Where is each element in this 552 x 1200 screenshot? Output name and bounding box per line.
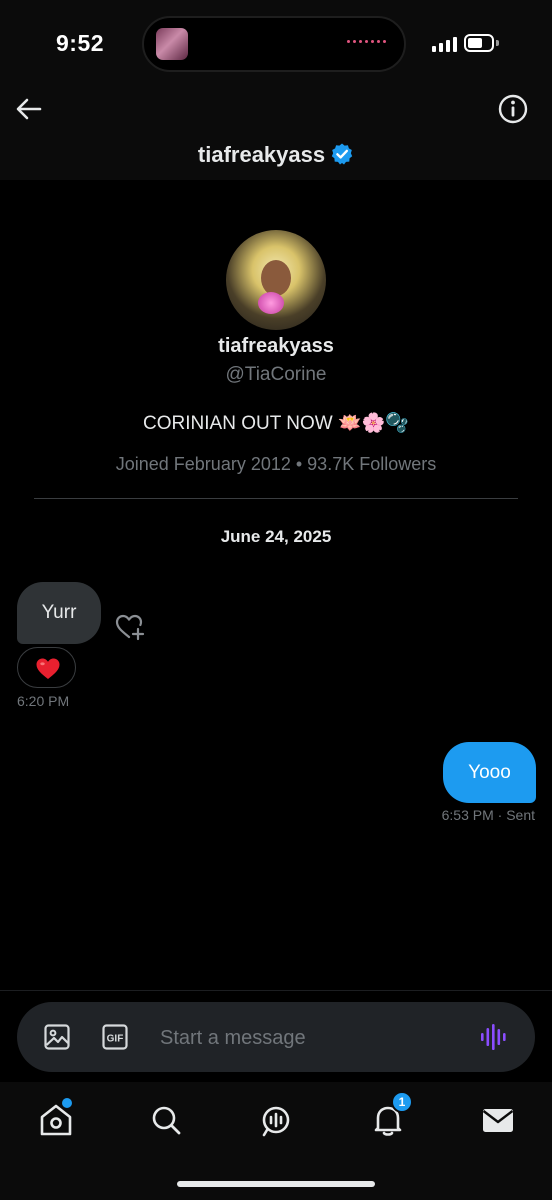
date-separator: June 24, 2025	[220, 527, 332, 546]
battery-icon	[464, 34, 494, 52]
verified-badge-icon	[331, 143, 353, 165]
nav-home[interactable]	[36, 1098, 76, 1140]
status-time: 9:52	[56, 30, 105, 56]
now-playing-artwork	[156, 28, 188, 60]
profile-meta: Joined February 2012 • 93.7K Followers	[115, 454, 437, 474]
dynamic-island[interactable]	[142, 16, 406, 72]
conversation-title[interactable]: tiafreakyass	[0, 142, 552, 168]
home-indicator[interactable]	[177, 1181, 375, 1187]
back-arrow-icon[interactable]	[14, 94, 44, 124]
profile-bio: CORINIAN OUT NOW 🪷🌸🫧	[143, 413, 409, 434]
message-input[interactable]	[160, 1023, 460, 1053]
search-icon	[152, 1106, 181, 1135]
notification-badge: 1	[391, 1091, 413, 1113]
mail-icon	[482, 1109, 514, 1132]
conversation-header: tiafreakyass	[0, 92, 552, 180]
nav-notifications[interactable]: 1	[368, 1091, 413, 1140]
message-timestamp: 6:20 PM	[17, 693, 70, 709]
reaction-pill[interactable]	[17, 647, 76, 688]
cellular-signal-icon	[432, 36, 457, 52]
conversation-title-text: tiafreakyass	[197, 142, 326, 167]
profile-name[interactable]: tiafreakyass	[0, 335, 552, 358]
divider	[34, 498, 518, 499]
svg-text:GIF: GIF	[107, 1034, 124, 1045]
profile-handle[interactable]: @TiaCorine	[0, 364, 552, 386]
message-composer: GIF	[17, 1002, 535, 1072]
message-timestamp-sent: 6:53 PM · Sent	[441, 807, 535, 823]
add-reaction-icon[interactable]	[114, 612, 146, 642]
gif-icon[interactable]: GIF	[101, 1023, 129, 1051]
spaces-icon	[262, 1106, 290, 1137]
voice-icon[interactable]	[479, 1023, 509, 1051]
avatar[interactable]	[226, 230, 326, 330]
home-unread-dot	[62, 1098, 72, 1108]
composer-bar: GIF	[0, 990, 552, 1082]
nav-search[interactable]	[146, 1100, 186, 1140]
message-bubble-outgoing[interactable]: Yooo	[443, 742, 536, 803]
image-icon[interactable]	[43, 1023, 71, 1051]
status-bar: 9:52	[0, 0, 552, 92]
info-icon[interactable]	[497, 93, 529, 125]
message-bubble-incoming[interactable]: Yurr	[17, 582, 101, 644]
audio-indicator-icon	[347, 40, 386, 43]
nav-spaces[interactable]	[256, 1100, 296, 1140]
heart-icon	[36, 658, 60, 679]
nav-messages[interactable]	[478, 1100, 518, 1140]
